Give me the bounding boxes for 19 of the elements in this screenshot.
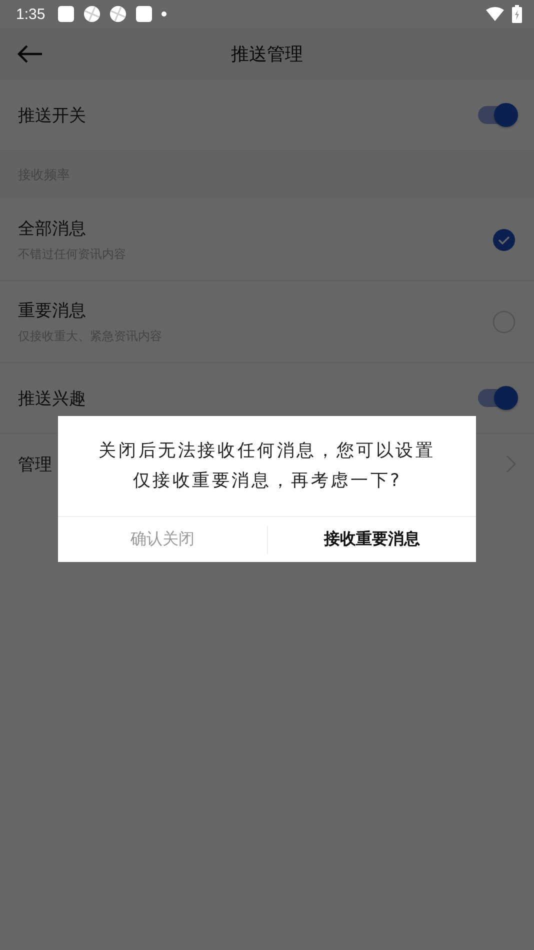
notification-icon [57,5,76,23]
battery-icon [512,5,522,23]
dot-icon [161,11,168,17]
back-arrow-icon[interactable] [17,44,43,64]
radio-button[interactable] [492,228,516,252]
setting-label: 推送开关 [18,104,86,126]
setting-label: 管理 [18,454,52,476]
dialog-message: 关闭后无法接收任何消息，您可以设置仅接收重要消息，再考虑一下? [98,440,436,493]
setting-label: 推送兴趣 [18,388,86,410]
aperture-icon [109,5,128,23]
setting-label: 重要消息 [18,300,87,322]
toggle-switch[interactable] [478,389,516,407]
page-title: 推送管理 [231,43,303,66]
status-time: 1:35 [16,6,46,22]
setting-label: 全部消息 [18,218,87,240]
notification-icon [135,5,154,23]
wifi-icon [486,7,504,21]
toggle-switch[interactable] [478,106,516,124]
aperture-icon [83,5,102,23]
